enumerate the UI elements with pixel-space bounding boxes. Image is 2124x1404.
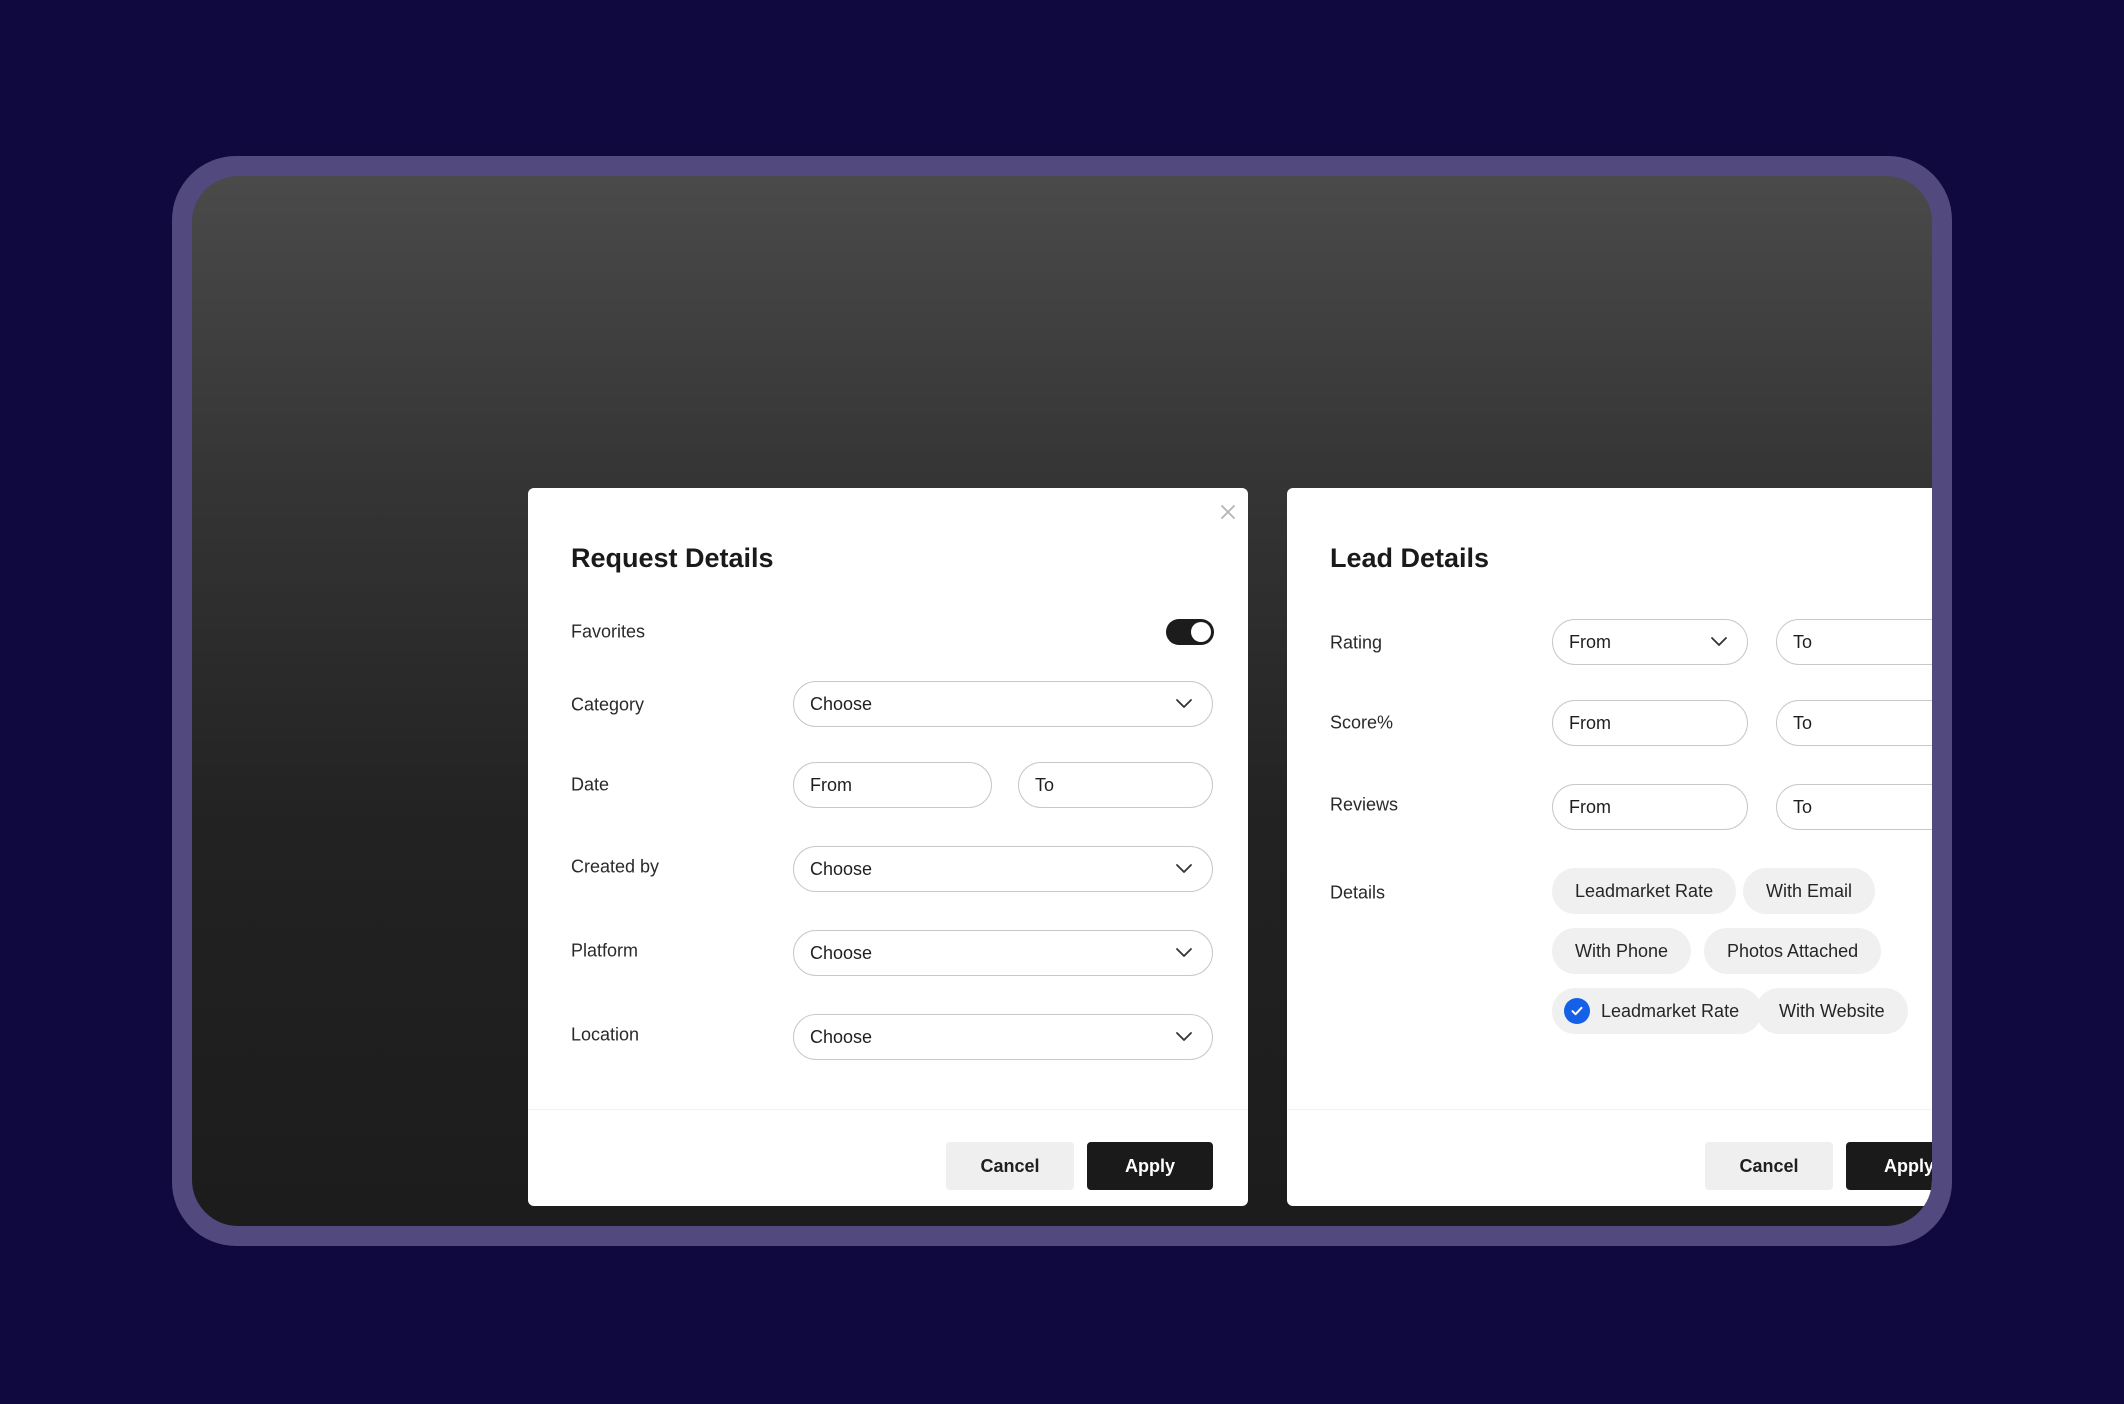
detail-chip[interactable]: With Website xyxy=(1756,988,1908,1034)
date-from-placeholder: From xyxy=(810,774,852,795)
date-to-input[interactable]: To xyxy=(1018,762,1213,808)
chevron-down-icon xyxy=(1711,637,1727,646)
device-frame: Request Details Favorites Category Choos… xyxy=(172,156,1952,1246)
created-by-select-value: Choose xyxy=(810,858,873,879)
platform-label: Platform xyxy=(571,940,639,961)
rating-from-value: From xyxy=(1569,631,1611,652)
detail-chip-selected[interactable]: Leadmarket Rate xyxy=(1552,988,1763,1034)
detail-chip-label: Leadmarket Rate xyxy=(1601,1000,1740,1021)
detail-chip-label: Leadmarket Rate xyxy=(1575,880,1714,901)
apply-button[interactable]: Apply xyxy=(1846,1142,1932,1190)
reviews-label: Reviews xyxy=(1330,794,1399,815)
date-label: Date xyxy=(571,774,610,795)
lead-details-dialog: Lead Details Rating From To Score% From … xyxy=(1287,488,1932,1206)
date-to-placeholder: To xyxy=(1035,774,1055,795)
detail-chip-label: With Website xyxy=(1779,1000,1885,1021)
category-select-value: Choose xyxy=(810,693,873,714)
dialog-title: Lead Details xyxy=(1330,543,1490,573)
reviews-from-input[interactable]: From xyxy=(1552,784,1748,830)
cancel-button[interactable]: Cancel xyxy=(1705,1142,1833,1190)
category-label: Category xyxy=(571,694,645,715)
created-by-select[interactable]: Choose xyxy=(793,846,1213,892)
location-select[interactable]: Choose xyxy=(793,1014,1213,1060)
reviews-to-placeholder: To xyxy=(1793,796,1813,817)
location-label: Location xyxy=(571,1024,640,1045)
detail-chip[interactable]: Leadmarket Rate xyxy=(1552,868,1737,914)
score-to-input[interactable]: To xyxy=(1776,700,1932,746)
platform-select-value: Choose xyxy=(810,942,873,963)
request-details-dialog: Request Details Favorites Category Choos… xyxy=(528,488,1248,1206)
apply-button[interactable]: Apply xyxy=(1087,1142,1213,1190)
reviews-to-input[interactable]: To xyxy=(1776,784,1932,830)
rating-to-select[interactable]: To xyxy=(1776,619,1932,665)
created-by-label: Created by xyxy=(571,856,660,877)
close-icon[interactable] xyxy=(1216,500,1240,524)
rating-from-select[interactable]: From xyxy=(1552,619,1748,665)
score-to-placeholder: To xyxy=(1793,712,1813,733)
toggle-knob xyxy=(1191,622,1211,642)
score-label: Score% xyxy=(1330,712,1394,733)
details-label: Details xyxy=(1330,882,1386,903)
detail-chip-label: With Email xyxy=(1766,880,1853,901)
chevron-down-icon xyxy=(1176,699,1192,708)
location-select-value: Choose xyxy=(810,1026,873,1047)
score-from-input[interactable]: From xyxy=(1552,700,1748,746)
platform-select[interactable]: Choose xyxy=(793,930,1213,976)
detail-chip[interactable]: With Email xyxy=(1743,868,1876,914)
chevron-down-icon xyxy=(1176,864,1192,873)
check-icon xyxy=(1564,998,1590,1024)
favorites-toggle[interactable] xyxy=(1166,619,1214,645)
dialog-title: Request Details xyxy=(571,543,774,573)
screen: Request Details Favorites Category Choos… xyxy=(192,176,1932,1226)
detail-chip-label: Photos Attached xyxy=(1727,940,1859,961)
cancel-button[interactable]: Cancel xyxy=(946,1142,1074,1190)
rating-label: Rating xyxy=(1330,632,1383,653)
chevron-down-icon xyxy=(1176,948,1192,957)
chevron-down-icon xyxy=(1176,1032,1192,1041)
footer-divider xyxy=(528,1109,1248,1110)
detail-chip-label: With Phone xyxy=(1575,940,1669,961)
detail-chip[interactable]: With Phone xyxy=(1552,928,1692,974)
favorites-label: Favorites xyxy=(571,621,646,642)
rating-to-value: To xyxy=(1793,631,1813,652)
detail-chip[interactable]: Photos Attached xyxy=(1704,928,1882,974)
reviews-from-placeholder: From xyxy=(1569,796,1611,817)
category-select[interactable]: Choose xyxy=(793,681,1213,727)
score-from-placeholder: From xyxy=(1569,712,1611,733)
date-from-input[interactable]: From xyxy=(793,762,992,808)
footer-divider xyxy=(1287,1109,1932,1110)
